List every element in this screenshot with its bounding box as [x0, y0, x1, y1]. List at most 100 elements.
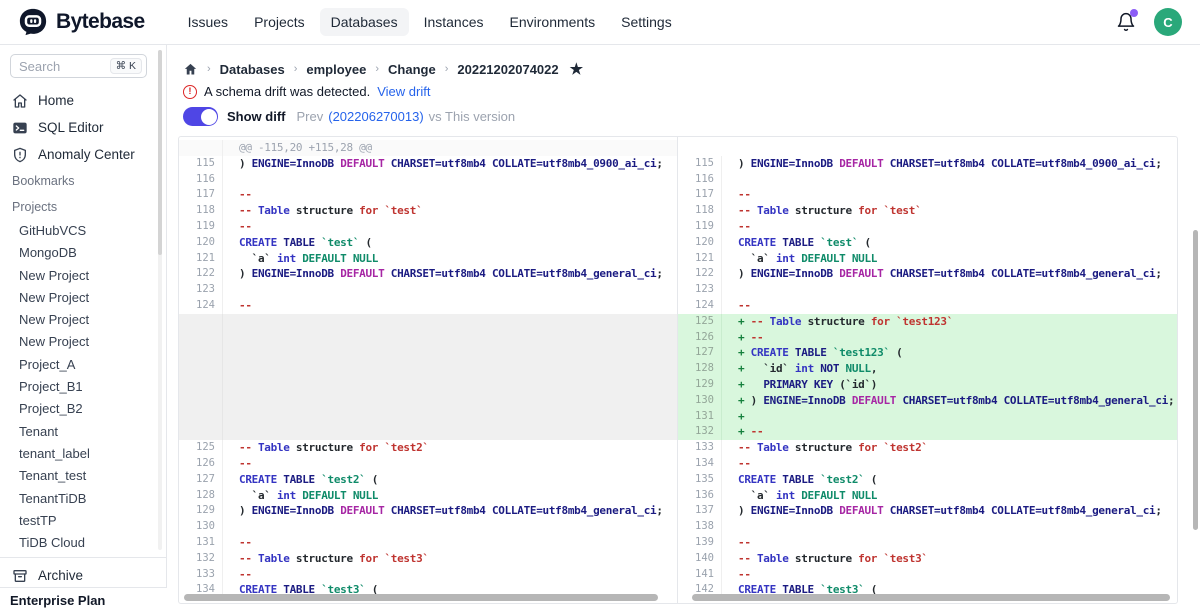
line-number: 131	[179, 535, 223, 551]
sidebar-project-tenant-test[interactable]: Tenant_test	[0, 465, 166, 487]
diff-line: 118-- Table structure for `test`	[678, 203, 1177, 219]
nav-databases[interactable]: Databases	[320, 8, 409, 36]
diff-line-added: 132+ --	[678, 424, 1177, 440]
diff-left-hscrollbar[interactable]	[184, 594, 658, 601]
line-number: 128	[179, 488, 223, 504]
breadcrumb-employee[interactable]: employee	[306, 62, 366, 77]
diff-line: 128 `a` int DEFAULT NULL	[179, 488, 677, 504]
brand-name: Bytebase	[56, 10, 145, 34]
sidebar-project-tenant-label[interactable]: tenant_label	[0, 443, 166, 465]
line-code: CREATE TABLE `test2` (	[223, 472, 378, 488]
line-number: 121	[678, 251, 722, 267]
line-code: --	[223, 298, 252, 314]
line-number	[179, 361, 223, 377]
search-placeholder: Search	[19, 59, 110, 74]
line-code: ) ENGINE=InnoDB DEFAULT CHARSET=utf8mb4 …	[223, 156, 663, 172]
diff-line-added: 129+ PRIMARY KEY (`id`)	[678, 377, 1177, 393]
sidebar-project-tidb-cloud[interactable]: TiDB Cloud	[0, 532, 166, 554]
line-code: CREATE TABLE `test2` (	[722, 472, 877, 488]
star-icon[interactable]: ★	[570, 60, 583, 78]
sidebar-item-archive[interactable]: Archive	[0, 562, 166, 589]
line-code: CREATE TABLE `test` (	[223, 235, 372, 251]
notification-bell-icon[interactable]	[1116, 12, 1136, 32]
sidebar-scrollbar[interactable]	[158, 50, 162, 550]
line-number: 141	[678, 567, 722, 583]
line-number: 140	[678, 551, 722, 567]
line-number: 125	[179, 440, 223, 456]
home-icon[interactable]	[183, 62, 198, 77]
line-code: @@ -115,20 +115,28 @@	[223, 140, 372, 156]
shield-icon	[12, 147, 28, 163]
diff-line: 125-- Table structure for `test2`	[179, 440, 677, 456]
diff-line: 120CREATE TABLE `test` (	[179, 235, 677, 251]
line-number: 119	[179, 219, 223, 235]
top-nav: IssuesProjectsDatabasesInstancesEnvironm…	[177, 8, 683, 36]
nav-environments[interactable]: Environments	[499, 8, 607, 36]
nav-instances[interactable]: Instances	[413, 8, 495, 36]
sidebar-item-home[interactable]: Home	[0, 87, 166, 114]
avatar[interactable]: C	[1154, 8, 1182, 36]
diff-right-hscrollbar[interactable]	[692, 594, 1170, 601]
top-navbar: Bytebase IssuesProjectsDatabasesInstance…	[0, 0, 1200, 45]
breadcrumb-change[interactable]: Change	[388, 62, 436, 77]
sidebar-item-sql-editor[interactable]: SQL Editor	[0, 114, 166, 141]
sidebar-project-mongodb[interactable]: MongoDB	[0, 242, 166, 264]
diff-line-placeholder	[179, 409, 677, 425]
sidebar-project-project-b2[interactable]: Project_B2	[0, 398, 166, 420]
sidebar-project-project-a[interactable]: Project_A	[0, 354, 166, 376]
line-code: --	[223, 567, 252, 583]
diff-pane-current: 115) ENGINE=InnoDB DEFAULT CHARSET=utf8m…	[678, 137, 1177, 603]
sidebar-project-githubvcs[interactable]: GitHubVCS	[0, 220, 166, 242]
alert-message: A schema drift was detected.	[204, 84, 370, 99]
line-number: 125	[678, 314, 722, 330]
sidebar-project-new-project[interactable]: New Project	[0, 309, 166, 331]
show-diff-toggle[interactable]	[183, 107, 218, 126]
diff-toolbar: Show diff Prev (202206270013) vs This ve…	[183, 107, 515, 126]
diff-line-placeholder	[179, 393, 677, 409]
archive-icon	[12, 568, 28, 584]
sidebar-item-label: Home	[38, 93, 74, 108]
sidebar-item-anomaly-center[interactable]: Anomaly Center	[0, 141, 166, 168]
nav-issues[interactable]: Issues	[177, 8, 239, 36]
breadcrumb-databases[interactable]: Databases	[220, 62, 285, 77]
line-code: --	[722, 567, 751, 583]
page-vscrollbar[interactable]	[1193, 230, 1198, 530]
sidebar-project-new-project[interactable]: New Project	[0, 265, 166, 287]
line-number	[179, 140, 223, 156]
toggle-knob	[201, 109, 217, 125]
diff-line: 116	[179, 172, 677, 188]
prev-version-link[interactable]: (202206270013)	[328, 109, 423, 124]
diff-line: 141--	[678, 567, 1177, 583]
sidebar-section-projects: Projects	[0, 194, 166, 220]
sidebar-section-bookmarks: Bookmarks	[0, 168, 166, 194]
diff-line-placeholder	[179, 424, 677, 440]
sidebar-project-new-project[interactable]: New Project	[0, 331, 166, 353]
line-number: 120	[179, 235, 223, 251]
nav-projects[interactable]: Projects	[243, 8, 316, 36]
diff-line: 120CREATE TABLE `test` (	[678, 235, 1177, 251]
diff-line: 123	[179, 282, 677, 298]
line-number: 128	[678, 361, 722, 377]
line-code: --	[722, 298, 751, 314]
bytebase-logo-icon	[18, 7, 48, 37]
line-number: 126	[179, 456, 223, 472]
line-code: -- Table structure for `test`	[223, 203, 422, 219]
breadcrumb-separator: ›	[375, 63, 379, 75]
notification-dot	[1130, 9, 1138, 17]
sidebar-project-tenanttidb[interactable]: TenantTiDB	[0, 488, 166, 510]
view-drift-link[interactable]: View drift	[377, 84, 430, 99]
sidebar-project-new-project[interactable]: New Project	[0, 287, 166, 309]
diff-line-placeholder	[179, 345, 677, 361]
line-code: --	[223, 187, 252, 203]
sidebar-project-project-b1[interactable]: Project_B1	[0, 376, 166, 398]
line-code: ) ENGINE=InnoDB DEFAULT CHARSET=utf8mb4 …	[722, 156, 1162, 172]
sidebar-nav: Home SQL Editor Anomaly Center Bookmarks	[0, 87, 166, 220]
brand[interactable]: Bytebase	[18, 7, 145, 37]
diff-line: 119--	[678, 219, 1177, 235]
sidebar-scrollbar-thumb[interactable]	[158, 50, 162, 255]
nav-settings[interactable]: Settings	[610, 8, 683, 36]
sidebar-project-testtp[interactable]: testTP	[0, 510, 166, 532]
diff-line: 116	[678, 172, 1177, 188]
search-input[interactable]: Search ⌘ K	[10, 54, 147, 78]
sidebar-project-tenant[interactable]: Tenant	[0, 421, 166, 443]
